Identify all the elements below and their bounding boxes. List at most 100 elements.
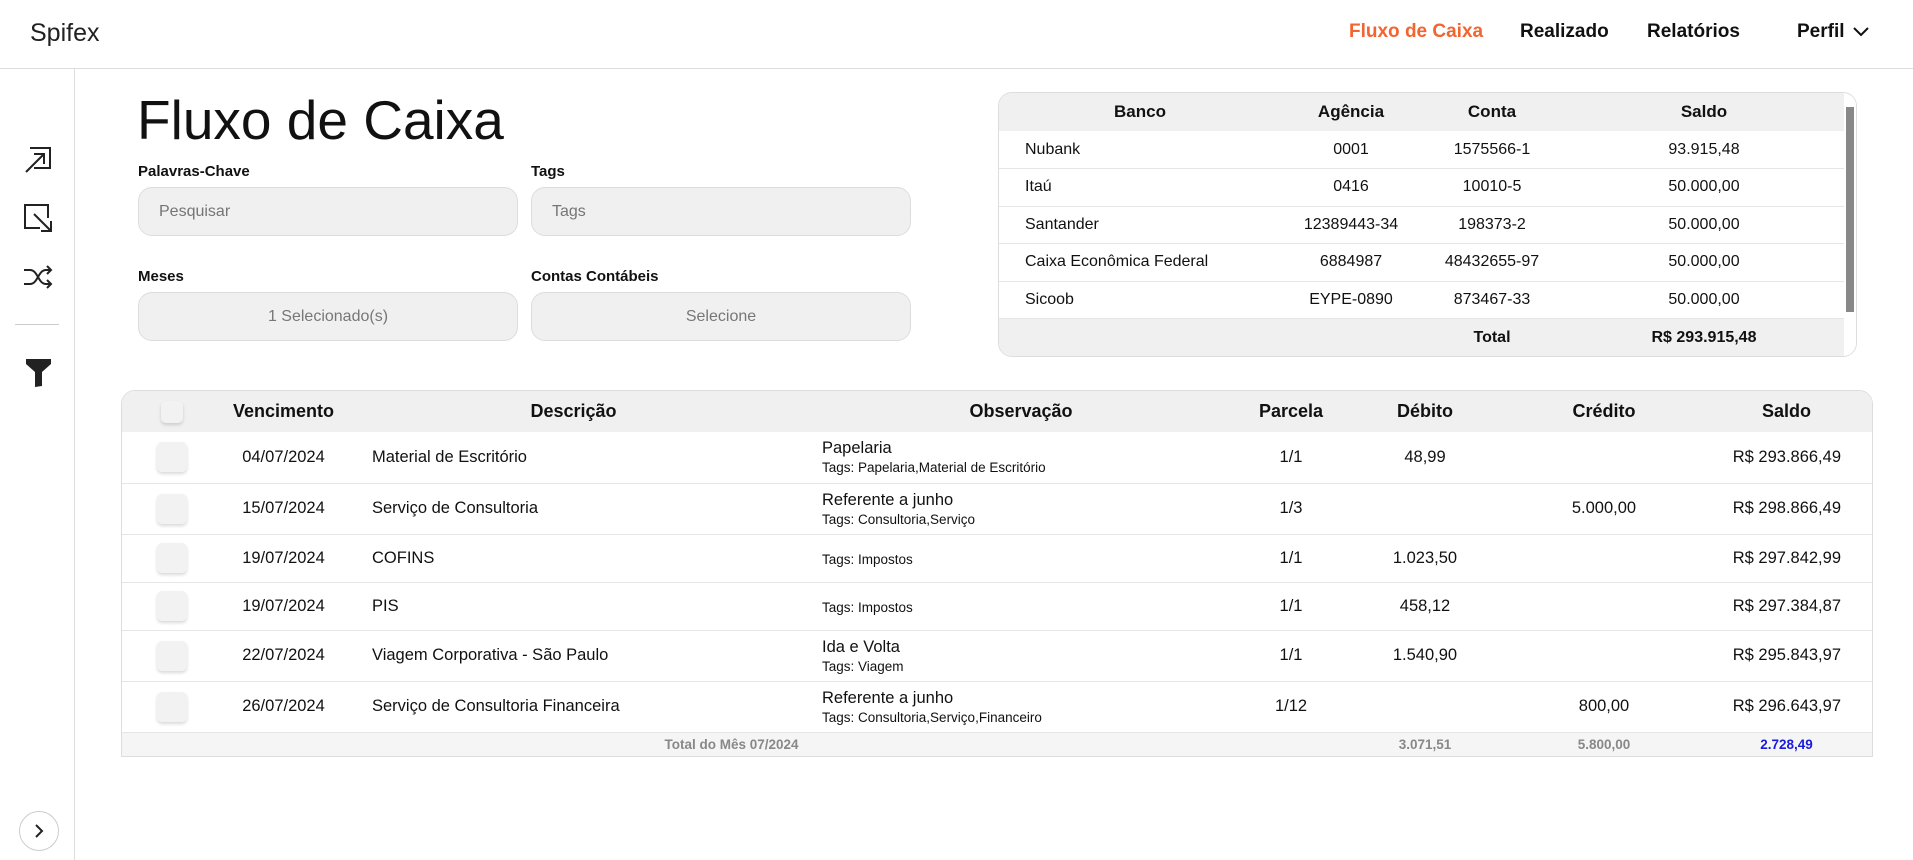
row-checkbox[interactable] [156, 543, 187, 573]
bank-account: 873467-33 [1421, 281, 1563, 319]
observation: Ida e Volta [822, 637, 900, 656]
credit [1509, 534, 1699, 583]
header-descricao[interactable]: Descrição [346, 391, 801, 432]
bank-row[interactable]: Itaú 0416 10010-5 50.000,00 [999, 168, 1845, 207]
due-date: 15/07/2024 [221, 483, 346, 535]
description: Serviço de Consultoria Financeira [346, 681, 801, 733]
bank-balance: 93.915,48 [1563, 131, 1845, 169]
table-row[interactable]: 22/07/2024 Viagem Corporativa - São Paul… [122, 630, 1872, 682]
header-credito[interactable]: Crédito [1509, 391, 1699, 432]
app-logo[interactable]: Spifex [30, 19, 99, 48]
observation-cell: Papelaria Tags: Papelaria,Material de Esc… [801, 432, 1241, 484]
nav-fluxo-de-caixa[interactable]: Fluxo de Caixa [1349, 21, 1483, 43]
description: Material de Escritório [346, 432, 801, 484]
accounts-select[interactable]: Selecione [531, 292, 911, 341]
debit [1341, 681, 1509, 733]
header-vencimento[interactable]: Vencimento [221, 391, 346, 432]
installment: 1/1 [1241, 534, 1341, 583]
debit: 1.540,90 [1341, 630, 1509, 682]
bank-total-value: R$ 293.915,48 [1563, 318, 1845, 356]
chevron-right-icon [35, 824, 44, 838]
bank-table-scrollbar[interactable] [1844, 93, 1856, 356]
row-checkbox[interactable] [156, 442, 187, 473]
bank-header-agencia: Agência [1281, 93, 1421, 131]
tags: Tags: Impostos [822, 599, 913, 615]
bank-row[interactable]: Nubank 0001 1575566-1 93.915,48 [999, 131, 1845, 169]
bank-row[interactable]: Santander 12389443-34 198373-2 50.000,00 [999, 206, 1845, 244]
top-navbar: Spifex Fluxo de Caixa Realizado Relatóri… [0, 0, 1913, 69]
table-row[interactable]: 04/07/2024 Material de Escritório Papela… [122, 432, 1872, 484]
bank-header-saldo: Saldo [1563, 93, 1845, 131]
header-debito[interactable]: Débito [1341, 391, 1509, 432]
months-label: Meses [138, 268, 184, 285]
empty-cell [999, 318, 1281, 356]
table-row[interactable]: 26/07/2024 Serviço de Consultoria Financ… [122, 681, 1872, 733]
nav-perfil-label: Perfil [1797, 21, 1845, 42]
nav-relatorios[interactable]: Relatórios [1647, 21, 1740, 43]
observation: Referente a junho [822, 688, 954, 707]
month-total-credit: 5.800,00 [1509, 732, 1699, 756]
due-date: 22/07/2024 [221, 630, 346, 682]
observation: Referente a junho [822, 490, 954, 509]
header-saldo[interactable]: Saldo [1699, 391, 1872, 432]
bank-row[interactable]: Caixa Econômica Federal 6884987 48432655-9… [999, 243, 1845, 282]
bank-name: Sicoob [999, 281, 1281, 319]
debit [1341, 483, 1509, 535]
description: Serviço de Consultoria [346, 483, 801, 535]
credit [1509, 432, 1699, 484]
header-parcela[interactable]: Parcela [1241, 391, 1341, 432]
bank-agency: 0416 [1281, 168, 1421, 207]
bank-account: 10010-5 [1421, 168, 1563, 207]
table-row[interactable]: 19/07/2024 COFINS Tags: Impostos 1/1 1.0… [122, 534, 1872, 583]
accounts-label: Contas Contábeis [531, 268, 659, 285]
select-all-checkbox[interactable] [160, 400, 183, 423]
table-row[interactable]: 19/07/2024 PIS Tags: Impostos 1/1 458,12… [122, 582, 1872, 631]
bank-balance: 50.000,00 [1563, 206, 1845, 244]
installment: 1/1 [1241, 582, 1341, 631]
row-checkbox[interactable] [156, 691, 187, 722]
month-total-balance: 2.728,49 [1699, 732, 1872, 756]
balance: R$ 298.866,49 [1699, 483, 1872, 535]
row-checkbox[interactable] [156, 493, 187, 524]
row-select-cell [122, 582, 221, 631]
balance: R$ 296.643,97 [1699, 681, 1872, 733]
row-select-cell [122, 630, 221, 682]
header-observacao[interactable]: Observação [801, 391, 1241, 432]
nav-realizado[interactable]: Realizado [1520, 21, 1609, 43]
installment: 1/12 [1241, 681, 1341, 733]
row-checkbox[interactable] [156, 640, 187, 671]
months-select[interactable]: 1 Selecionado(s) [138, 292, 518, 341]
bank-account: 1575566-1 [1421, 131, 1563, 169]
month-total-label: Total do Mês 07/2024 [122, 732, 1241, 756]
tags-label: Tags [531, 163, 565, 180]
credit [1509, 582, 1699, 631]
row-checkbox[interactable] [156, 591, 187, 621]
keywords-search-input[interactable] [138, 187, 518, 236]
tags-input[interactable] [531, 187, 911, 236]
arrow-down-right-box-icon[interactable] [22, 202, 54, 234]
shuffle-icon[interactable] [22, 261, 54, 293]
nav-perfil-dropdown[interactable]: Perfil [1797, 21, 1869, 43]
bank-row[interactable]: Sicoob EYPE-0890 873467-33 50.000,00 [999, 281, 1845, 319]
credit: 5.000,00 [1509, 483, 1699, 535]
description: COFINS [346, 534, 801, 583]
installment: 1/1 [1241, 630, 1341, 682]
due-date: 26/07/2024 [221, 681, 346, 733]
installment: 1/3 [1241, 483, 1341, 535]
tags: Tags: Consultoria,Serviço,Financeiro [822, 709, 1042, 725]
bank-agency: EYPE-0890 [1281, 281, 1421, 319]
balance: R$ 297.384,87 [1699, 582, 1872, 631]
bank-name: Itaú [999, 168, 1281, 207]
sidebar-divider [15, 324, 59, 325]
bank-balance: 50.000,00 [1563, 168, 1845, 207]
filter-icon[interactable] [22, 356, 54, 388]
bank-balance: 50.000,00 [1563, 281, 1845, 319]
sidebar-expand-button[interactable] [19, 811, 59, 851]
scrollbar-thumb[interactable] [1846, 107, 1854, 312]
description: Viagem Corporativa - São Paulo [346, 630, 801, 682]
observation-cell: Referente a junho Tags: Consultoria,Servi… [801, 483, 1241, 535]
table-row[interactable]: 15/07/2024 Serviço de Consultoria Refere… [122, 483, 1872, 535]
arrow-up-right-box-icon[interactable] [22, 144, 54, 176]
sidebar [0, 69, 75, 860]
balance: R$ 297.842,99 [1699, 534, 1872, 583]
